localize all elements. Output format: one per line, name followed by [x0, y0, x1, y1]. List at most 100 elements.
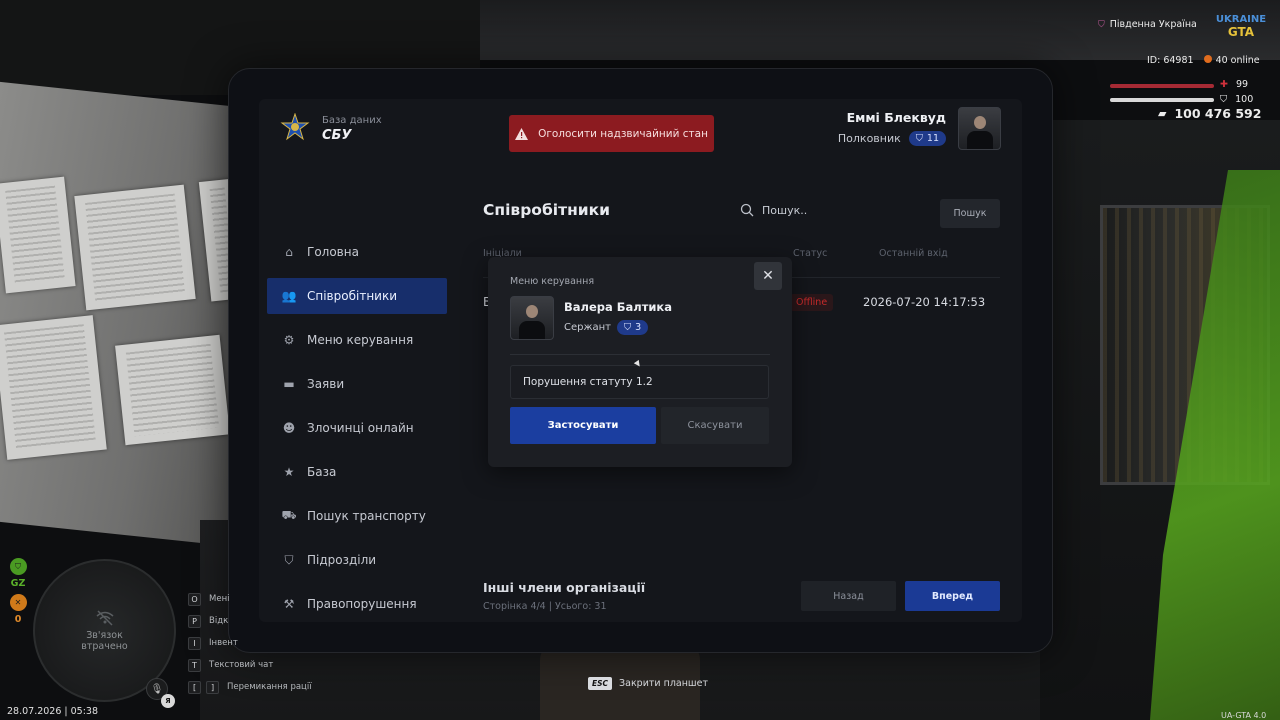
health-bar — [1110, 84, 1214, 88]
pagination-info: Інші члени організації Сторінка 4/4 | Ус… — [483, 580, 645, 612]
column-header-last-login: Останній вхід — [879, 248, 948, 259]
other-members-title: Інші члени організації — [483, 580, 646, 595]
sidebar-item-applications[interactable]: ▬ Заяви — [267, 366, 447, 402]
key-cap: O — [188, 592, 201, 606]
close-button[interactable]: ✕ — [754, 262, 782, 290]
user-rank-row: Полковник ⛉ 11 — [800, 131, 946, 146]
declare-emergency-button[interactable]: Оголосити надзвичайний стан — [509, 115, 714, 152]
no-signal-icon — [96, 609, 113, 626]
page-counter: Сторінка 4/4 | Усього: 31 — [483, 601, 607, 612]
sidebar-item-home[interactable]: ⌂ Головна — [267, 234, 447, 270]
online-count: 40 online — [1215, 55, 1260, 66]
member-rank-badge: ⛉ 3 — [616, 320, 649, 335]
sidebar-item-staff[interactable]: 👥 Співробітники — [267, 278, 447, 314]
sidebar-item-label: Злочинці онлайн — [307, 421, 414, 435]
gang-zone-icon: ⛉ — [9, 558, 27, 575]
rank-shield-icon: ⛉ — [915, 133, 923, 144]
car-icon: ⛟ — [281, 508, 297, 522]
search-icon — [740, 203, 754, 217]
sidebar-item-divisions[interactable]: ⛉ Підрозділи — [267, 542, 447, 578]
sidebar-item-label: Підрозділи — [307, 553, 377, 567]
declare-emergency-label: Оголосити надзвичайний стан — [538, 127, 708, 140]
crossed-tools-icon: ✕ — [9, 594, 27, 611]
users-icon: 👥 — [281, 289, 297, 303]
star-icon: ★ — [283, 465, 295, 479]
sidebar-item-base[interactable]: ★ База — [267, 454, 447, 490]
user-rank-level: 11 — [926, 133, 939, 144]
rank-shield-icon: ⛉ — [623, 322, 632, 333]
close-tablet-hint: ESC Закрити планшет — [588, 677, 708, 690]
player-id: ID: 64981 — [1147, 55, 1194, 66]
user-avatar[interactable] — [958, 107, 1001, 150]
database-name: СБУ — [322, 128, 352, 143]
side-stats: ⛉ GZ ✕ 0 — [8, 558, 28, 625]
key-cap: I — [188, 636, 201, 650]
warning-icon — [515, 127, 529, 140]
close-tablet-label: Закрити планшет — [619, 678, 709, 689]
online-dot-icon — [1203, 55, 1212, 63]
date-time: 28.07.2026 | 05:38 — [7, 706, 99, 717]
money-display: ▰ 100 476 592 — [1158, 106, 1261, 121]
server-name: Південна Україна — [1109, 19, 1197, 30]
keybind-row: I Інвент — [188, 632, 312, 654]
keybind-label: Відк — [209, 616, 229, 626]
gear-icon: ⚙ — [283, 333, 295, 347]
health-value: 99 — [1235, 79, 1249, 90]
next-page-button[interactable]: Вперед — [905, 581, 1000, 611]
search-button[interactable]: Пошук — [940, 199, 1000, 228]
sidebar-nav: ⌂ Головна 👥 Співробітники ⚙ Меню керуван… — [267, 234, 447, 630]
player-info: ID: 64981 40 online — [1147, 55, 1260, 66]
esc-key: ESC — [588, 677, 613, 690]
modal-title: Меню керування — [510, 276, 595, 287]
sidebar-item-label: Меню керування — [307, 333, 414, 347]
server-label: ⛉ Південна Україна — [1098, 19, 1197, 30]
keybind-label: Інвент — [209, 638, 238, 648]
key-cap: T — [188, 658, 201, 672]
sidebar-item-criminals-online[interactable]: ☻ Злочинці онлайн — [267, 410, 447, 446]
key-cap: [ — [188, 680, 201, 694]
apply-button[interactable]: Застосувати — [510, 407, 656, 444]
game-logo-top: UKRAINE — [1216, 14, 1266, 25]
user-rank-badge: ⛉ 11 — [908, 131, 946, 146]
modal-divider — [510, 354, 770, 355]
keybind-row: T Текстовий чат — [188, 654, 312, 676]
user-rank: Полковник — [837, 132, 901, 145]
keybind-label: Перемикання рації — [227, 682, 312, 692]
user-name: Еммі Блеквуд — [846, 110, 946, 125]
armor-shield-icon: ⛉ — [1220, 94, 1228, 105]
home-icon: ⌂ — [285, 245, 293, 259]
database-title-block: База даних СБУ — [322, 115, 382, 143]
game-logo-bottom: GTA — [1228, 25, 1255, 39]
key-cap: ] — [206, 680, 219, 694]
keybind-list: O Мені P Відк I Інвент T Текстовий чат [] Пер… — [188, 588, 312, 698]
close-icon: ✕ — [762, 268, 774, 284]
reason-input[interactable] — [510, 365, 769, 399]
column-header-status: Статус — [793, 248, 828, 259]
cancel-button[interactable]: Скасувати — [661, 407, 769, 444]
sbu-emblem-icon — [280, 113, 310, 141]
armor-bar — [1110, 98, 1214, 102]
sidebar-item-vehicle-search[interactable]: ⛟ Пошук транспорту — [267, 498, 447, 534]
member-rank-row: Сержант ⛉ 3 — [564, 320, 649, 335]
sidebar-item-control-menu[interactable]: ⚙ Меню керування — [267, 322, 447, 358]
money-icon: ▰ — [1158, 107, 1167, 120]
search-box[interactable] — [740, 203, 912, 217]
prev-page-button[interactable]: Назад — [801, 581, 896, 611]
armor-value: 100 — [1235, 94, 1254, 105]
keybind-row: [] Перемикання рації — [188, 676, 312, 698]
health-stat: ✚ 99 — [1220, 79, 1248, 90]
health-cross-icon: ✚ — [1220, 79, 1228, 90]
version-label: UA-GTA 4.0 — [1221, 711, 1267, 720]
criminal-icon: ☻ — [282, 421, 296, 435]
minimap-status: Зв'язок втрачено — [81, 629, 128, 652]
sidebar-item-label: Головна — [307, 245, 359, 259]
search-input[interactable] — [762, 203, 912, 217]
keybind-row: O Мені — [188, 588, 312, 610]
online-count-wrap: 40 online — [1203, 55, 1260, 66]
page-title: Співробітники — [483, 201, 611, 219]
sidebar-item-label: Пошук транспорту — [307, 509, 426, 523]
status-badge: Offline — [790, 294, 834, 311]
keybind-row: P Відк — [188, 610, 312, 632]
member-name: Валера Балтика — [564, 300, 672, 314]
keybind-label: Текстовий чат — [209, 660, 274, 670]
